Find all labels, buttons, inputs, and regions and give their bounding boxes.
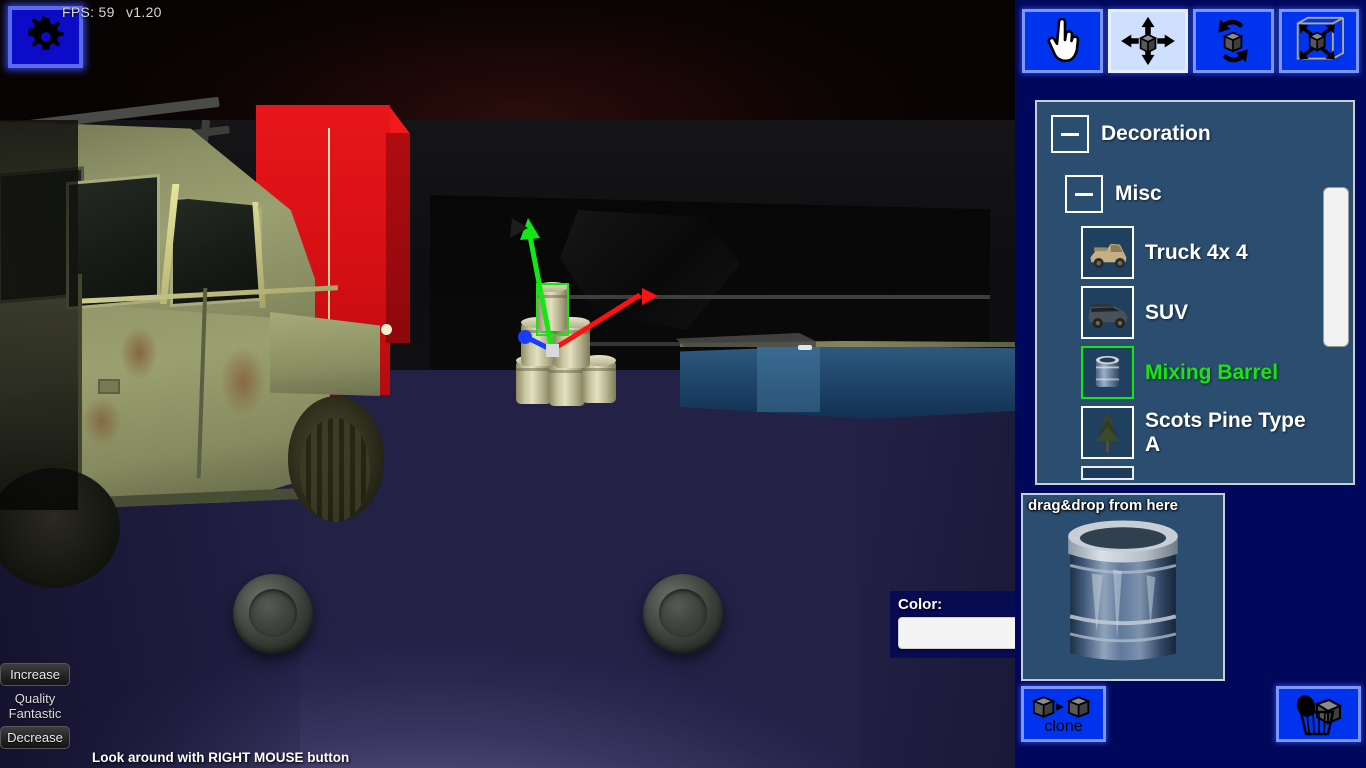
delete-button[interactable] [1276, 686, 1361, 742]
truck-icon [1083, 228, 1132, 277]
list-item-label: Scots Pine Type A [1145, 408, 1306, 456]
duplicate-cubes-icon [1031, 696, 1091, 719]
clone-button-label: clone [1044, 718, 1083, 735]
gear-icon [27, 16, 64, 51]
misc-label: Misc [1115, 182, 1162, 205]
gizmo-z-handle[interactable] [518, 330, 532, 344]
next-item-thumbnail [1081, 466, 1134, 480]
rotate-tool-button[interactable] [1193, 9, 1274, 73]
tree-node-decoration[interactable]: Decoration [1051, 115, 1343, 153]
suv-rust-patch-2 [220, 346, 266, 416]
scene-blue-wall-panel [757, 346, 820, 412]
drag-source-label: drag&drop from here [1028, 497, 1179, 514]
look-joystick[interactable] [643, 574, 723, 654]
move-arrows-icon [1120, 16, 1175, 66]
scale-tool-button[interactable] [1278, 9, 1359, 73]
barrel-thumbnail [1081, 346, 1134, 399]
hand-pointer-icon [1047, 18, 1080, 63]
quality-increase-button[interactable]: Increase [0, 663, 70, 686]
suv-hood [270, 312, 380, 396]
list-item-scots-pine[interactable]: Scots Pine Type A [1081, 406, 1343, 459]
quality-status-line2: Fantastic [8, 706, 62, 721]
quality-decrease-button[interactable]: Decrease [0, 726, 70, 749]
barrel-icon [1083, 348, 1132, 397]
scene-suv-vehicle[interactable] [0, 96, 450, 588]
gizmo-y-axis[interactable] [527, 235, 555, 351]
transform-toolbar [1022, 9, 1359, 83]
quality-status-line1: Quality [14, 691, 56, 706]
browser-scrollbar-thumb[interactable] [1323, 187, 1349, 347]
pine-tree-thumbnail [1081, 406, 1134, 459]
clone-button[interactable]: clone [1021, 686, 1106, 742]
decoration-collapse-toggle[interactable] [1051, 115, 1089, 153]
suv-door-handle [98, 379, 120, 394]
gizmo-x-axis[interactable] [550, 292, 642, 353]
decoration-label: Decoration [1101, 122, 1211, 145]
scale-box-icon [1296, 16, 1344, 60]
object-browser-panel[interactable]: Decoration Misc Truck 4x 4 SUV Mixing Ba… [1035, 100, 1355, 485]
object-tree: Decoration Misc Truck 4x 4 SUV Mixing Ba… [1037, 102, 1353, 480]
suv-icon [1083, 288, 1132, 337]
tree-node-misc[interactable]: Misc [1065, 175, 1343, 213]
suv-rust-patch-3 [82, 396, 122, 446]
drag-source-preview[interactable]: drag&drop from here [1021, 493, 1225, 681]
color-picker: Color: [890, 591, 1025, 658]
minus-icon [1075, 192, 1093, 196]
trash-can-icon [1296, 695, 1342, 736]
suv-shadowed-rear [0, 120, 78, 510]
list-item-mixing-barrel[interactable]: Mixing Barrel [1081, 346, 1343, 399]
mixing-barrel-preview-model [1068, 520, 1178, 661]
suv-front-wheel-tread [300, 418, 370, 522]
rotate-arrows-icon [1218, 19, 1249, 63]
object-item-list: Truck 4x 4 SUV Mixing Barrel Scots Pine … [1081, 226, 1343, 480]
suv-rust-patch-1 [120, 326, 158, 380]
scene-blue-wall-marker [798, 345, 812, 350]
color-swatch[interactable] [898, 617, 1018, 649]
move-tool-button[interactable] [1107, 9, 1188, 73]
select-tool-button[interactable] [1022, 9, 1103, 73]
list-item-next-partial[interactable] [1081, 466, 1343, 480]
pine-tree-icon [1083, 408, 1132, 457]
truck-thumbnail [1081, 226, 1134, 279]
list-item-label: SUV [1145, 300, 1189, 324]
quality-status: Quality Fantastic [0, 686, 70, 726]
control-hint: Look around with RIGHT MOUSE button [92, 750, 350, 765]
version-label: v1.20 [126, 4, 162, 20]
suv-thumbnail [1081, 286, 1134, 339]
minus-icon [1061, 132, 1079, 136]
list-item-label: Mixing Barrel [1145, 360, 1279, 384]
misc-collapse-toggle[interactable] [1065, 175, 1103, 213]
gizmo-center-handle[interactable] [546, 344, 559, 357]
quality-controls: Increase Quality Fantastic Decrease [0, 663, 70, 749]
list-item-label: Truck 4x 4 [1145, 240, 1248, 264]
fps-counter: FPS: 59 [62, 4, 115, 20]
editor-app: FPS: 59 v1.20 Increase Quality Fantastic… [0, 0, 1366, 768]
scene-blue-wall[interactable] [680, 345, 1030, 419]
translate-gizmo[interactable] [490, 210, 670, 370]
list-item-suv[interactable]: SUV [1081, 286, 1343, 339]
color-picker-label: Color: [898, 596, 943, 613]
list-item-truck[interactable]: Truck 4x 4 [1081, 226, 1343, 279]
move-joystick[interactable] [233, 574, 313, 654]
gizmo-x-arrow[interactable] [642, 288, 658, 305]
